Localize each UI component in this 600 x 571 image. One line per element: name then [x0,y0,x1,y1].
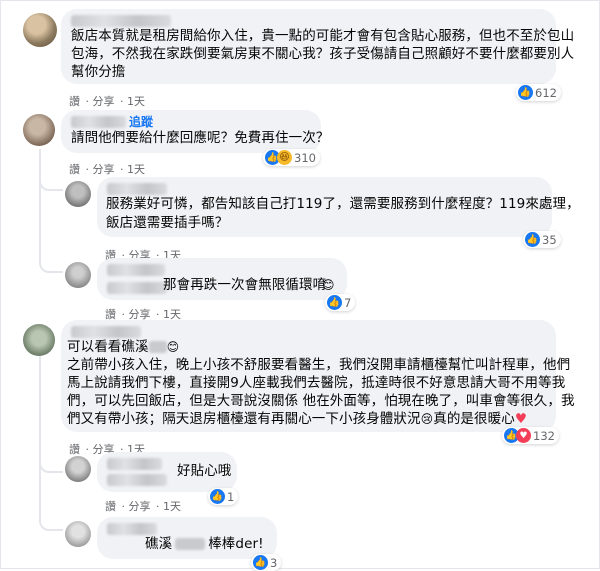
reaction-summary[interactable]: 👍 612 [516,84,561,101]
reply-text-segment: 棒棒der! [208,536,264,552]
comment-actions: 讚 · 分享 · 1天 [69,163,145,176]
reaction-count: 310 [294,150,316,165]
thread-connector [39,231,63,273]
like-icon: 👍 [253,555,268,570]
timestamp[interactable]: 1天 [127,163,145,176]
comment-text-line: 們又有帶小孩；隔天退房櫃檯還有再關心一下小孩身體狀況😢真的是很暖心♥ [67,409,527,429]
replier-name[interactable] [107,458,162,470]
reply-text-line: 好貼心哦 [177,463,232,479]
comment-text-segment: 們又有帶小孩；隔天退房櫃檯還有再關心一下小孩身體狀況 [67,411,421,427]
comment-text-segment: 可以看看礁溪 [67,339,149,355]
like-link[interactable]: 讚 [69,95,80,108]
reaction-summary[interactable]: 👍 3 [251,554,282,571]
comment-text-line: 飯店本質就是租房間給你入住，貴一點的可能才會有包含貼心服務，但也不至於包山 [71,28,575,44]
replier-avatar[interactable] [65,262,91,288]
reaction-count: 612 [535,85,557,100]
comment-actions: 讚 · 分享 · 1天 [69,95,145,108]
replier-avatar[interactable] [65,521,91,547]
thread-connector [39,161,63,191]
thread-line [39,351,41,501]
thread-connector [39,491,63,531]
comment-text-line: 之前帶小孩入住，晚上小孩不舒服要看醫生，我們沒開車請櫃檯幫忙叫計程車，他們 [67,357,571,373]
blurred-text [107,282,167,294]
cry-emoji: 😢 [420,412,434,426]
comment-text-line: 包海，不然我在家跌倒要氣房東不關心我？孩子受傷請自己照顧好不要什麼都要別人 [71,46,575,62]
comments-panel: 飯店本質就是租房間給你入住，貴一點的可能才會有包含貼心服務，但也不至於包山 包海… [0,0,600,571]
comment-text-segment: 真的是很暖心 [433,411,515,427]
smile-emoji: 😊 [322,278,335,292]
like-icon: 👍 [210,489,225,504]
commenter-avatar[interactable] [23,324,55,356]
reaction-count: 3 [270,555,278,570]
like-link[interactable]: 讚 [105,500,116,513]
like-link[interactable]: 讚 [69,443,80,456]
thread-connector [39,446,63,473]
reaction-summary[interactable]: 👍 1 [208,488,239,505]
comment-text-line: 馬上說請我們下樓，直接開9人座載我們去醫院，抵達時很不好意思請大哥不用等我 [67,375,566,391]
reaction-summary[interactable]: 👍 7 [325,294,356,311]
heart-icon: ♥ [516,428,531,443]
replier-name[interactable] [107,264,165,276]
heart-emoji: ♥ [514,411,528,427]
reaction-count: 132 [533,428,555,443]
smile-emoji: 😊 [166,340,180,354]
commenter-name[interactable] [71,116,126,128]
reply-actions: 讚 · 分享 · 1天 [105,500,181,513]
reply-text-line: 那會再跌一次會無限循環唷 [163,277,327,293]
timestamp[interactable]: 1天 [163,500,181,513]
blurred-text [175,538,206,550]
blurred-text [107,474,167,486]
reaction-count: 1 [227,489,235,504]
comment-text-line: 們，可以先回飯店，但是大哥說沒關係 他在外面等，怕現在晚了，叫車會等很久，我 [67,393,575,409]
like-icon: 👍 [518,85,533,100]
comment-text-line: 可以看看礁溪 😊 [67,337,179,357]
haha-icon: 😆 [277,150,292,165]
reaction-count: 7 [344,295,352,310]
reply-text-line: 服務業好可憐，都告知該自己打119了，還需要服務到什麼程度？119來處理， [106,196,580,212]
timestamp[interactable]: 1天 [127,95,145,108]
reply-text-line: 礁溪 棒棒der! [145,534,264,554]
reaction-summary[interactable]: 👍 35 [523,231,561,248]
reaction-summary[interactable]: 👍 😆 310 [263,149,320,166]
like-icon: 👍 [525,232,540,247]
like-icon: 👍 [327,295,342,310]
share-link[interactable]: 分享 [93,95,115,108]
replier-avatar[interactable] [65,456,91,482]
reply-text-line: 飯店還需要插手嗎？ [106,215,229,231]
share-link[interactable]: 分享 [93,163,115,176]
commenter-avatar[interactable] [23,114,55,146]
blurred-text [148,341,167,353]
commenter-avatar[interactable] [23,13,57,47]
reaction-count: 35 [542,232,557,247]
replier-avatar[interactable] [65,181,91,207]
comment-text-line: 請問他們要給什麼回應呢？免費再住一次？ [71,130,330,146]
reply-text-segment: 礁溪 [145,536,173,552]
comment-text-line: 幫你分擔 [71,64,126,80]
like-link[interactable]: 讚 [69,163,80,176]
reaction-summary[interactable]: 👍 ♥ 132 [502,427,559,444]
share-link[interactable]: 分享 [129,500,151,513]
